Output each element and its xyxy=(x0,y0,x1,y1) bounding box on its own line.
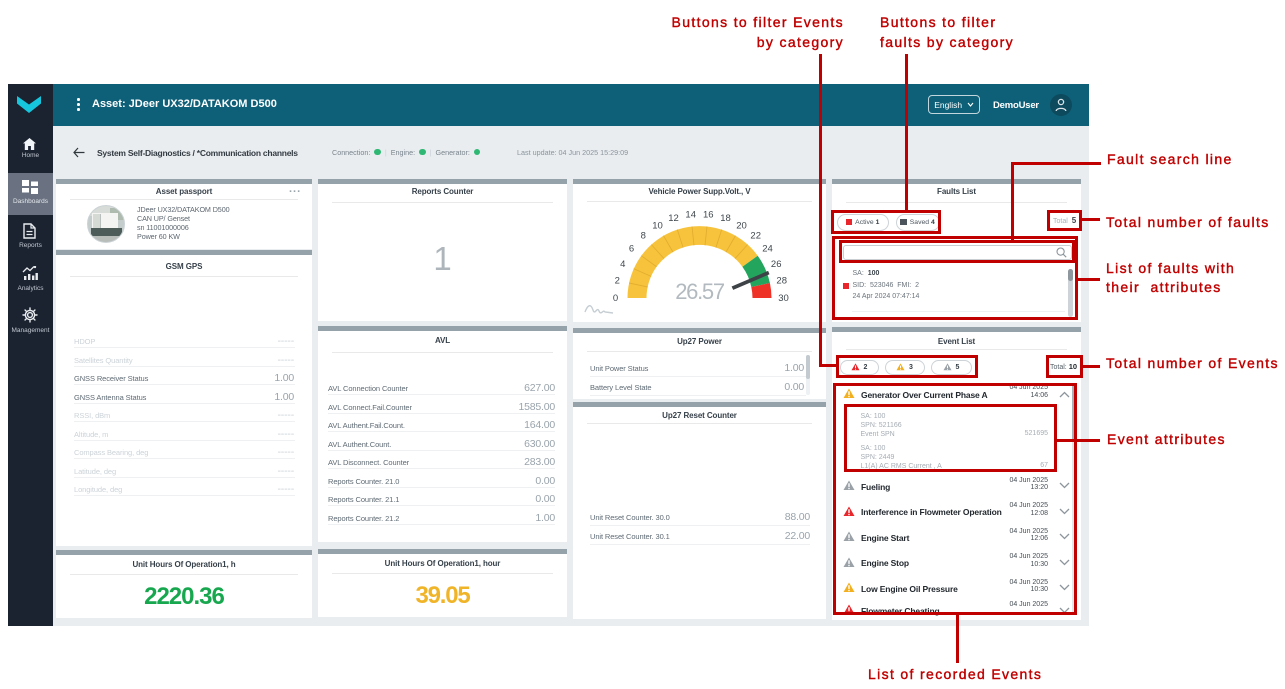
svg-text:4: 4 xyxy=(620,259,625,270)
svg-text:12: 12 xyxy=(668,213,679,224)
svg-text:10: 10 xyxy=(652,220,663,231)
svg-text:16: 16 xyxy=(703,210,714,221)
svg-text:20: 20 xyxy=(736,220,747,231)
svg-text:6: 6 xyxy=(629,244,634,255)
svg-text:14: 14 xyxy=(685,210,696,221)
svg-text:24: 24 xyxy=(762,244,773,255)
svg-text:18: 18 xyxy=(720,213,731,224)
svg-text:22: 22 xyxy=(750,231,761,242)
svg-text:26: 26 xyxy=(771,259,782,270)
svg-text:8: 8 xyxy=(641,231,646,242)
